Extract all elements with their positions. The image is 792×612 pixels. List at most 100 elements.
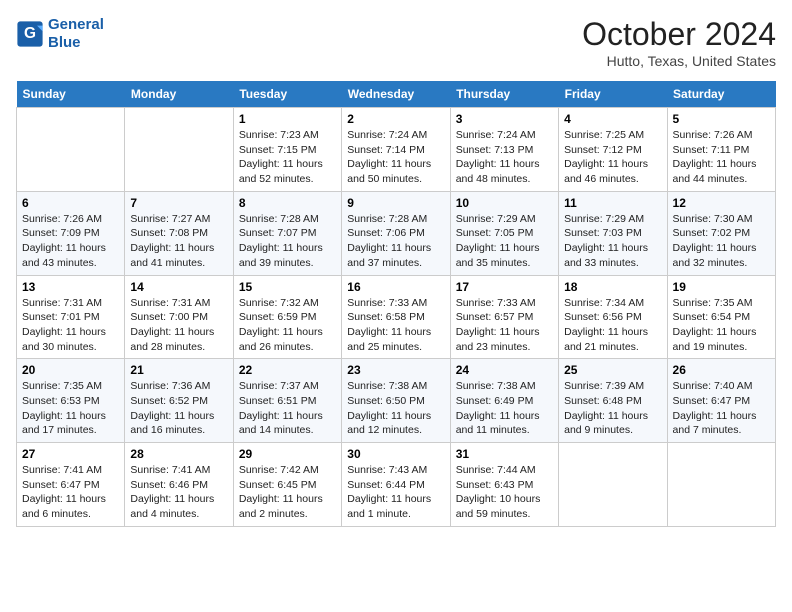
sunset-text: Sunset: 6:54 PM (673, 311, 751, 323)
cell-content: Sunrise: 7:23 AM Sunset: 7:15 PM Dayligh… (239, 128, 336, 187)
calendar-cell: 19 Sunrise: 7:35 AM Sunset: 6:54 PM Dayl… (667, 275, 775, 359)
day-number: 20 (22, 363, 119, 377)
cell-content: Sunrise: 7:32 AM Sunset: 6:59 PM Dayligh… (239, 296, 336, 355)
sunset-text: Sunset: 7:01 PM (22, 311, 100, 323)
cell-content: Sunrise: 7:30 AM Sunset: 7:02 PM Dayligh… (673, 212, 770, 271)
sunset-text: Sunset: 6:47 PM (673, 395, 751, 407)
daylight-text: Daylight: 11 hours and 16 minutes. (130, 410, 214, 437)
day-number: 23 (347, 363, 444, 377)
calendar-cell: 23 Sunrise: 7:38 AM Sunset: 6:50 PM Dayl… (342, 359, 450, 443)
daylight-text: Daylight: 11 hours and 1 minute. (347, 493, 431, 520)
cell-content: Sunrise: 7:26 AM Sunset: 7:09 PM Dayligh… (22, 212, 119, 271)
day-number: 25 (564, 363, 661, 377)
daylight-text: Daylight: 11 hours and 23 minutes. (456, 326, 540, 353)
sunrise-text: Sunrise: 7:32 AM (239, 297, 319, 309)
cell-content: Sunrise: 7:28 AM Sunset: 7:07 PM Dayligh… (239, 212, 336, 271)
calendar-cell: 7 Sunrise: 7:27 AM Sunset: 7:08 PM Dayli… (125, 191, 233, 275)
cell-content: Sunrise: 7:29 AM Sunset: 7:05 PM Dayligh… (456, 212, 553, 271)
sunrise-text: Sunrise: 7:26 AM (22, 213, 102, 225)
logo-line1: General (48, 16, 104, 33)
cell-content: Sunrise: 7:31 AM Sunset: 7:01 PM Dayligh… (22, 296, 119, 355)
cell-content: Sunrise: 7:40 AM Sunset: 6:47 PM Dayligh… (673, 379, 770, 438)
cell-content: Sunrise: 7:41 AM Sunset: 6:47 PM Dayligh… (22, 463, 119, 522)
sunrise-text: Sunrise: 7:31 AM (22, 297, 102, 309)
sunset-text: Sunset: 6:45 PM (239, 479, 317, 491)
cell-content: Sunrise: 7:35 AM Sunset: 6:53 PM Dayligh… (22, 379, 119, 438)
cell-content: Sunrise: 7:38 AM Sunset: 6:50 PM Dayligh… (347, 379, 444, 438)
daylight-text: Daylight: 11 hours and 37 minutes. (347, 242, 431, 269)
sunset-text: Sunset: 7:13 PM (456, 144, 534, 156)
calendar-cell (17, 108, 125, 192)
calendar-cell: 24 Sunrise: 7:38 AM Sunset: 6:49 PM Dayl… (450, 359, 558, 443)
sunrise-text: Sunrise: 7:35 AM (673, 297, 753, 309)
day-number: 16 (347, 280, 444, 294)
sunset-text: Sunset: 7:02 PM (673, 227, 751, 239)
sunset-text: Sunset: 7:09 PM (22, 227, 100, 239)
day-number: 28 (130, 447, 227, 461)
sunset-text: Sunset: 6:56 PM (564, 311, 642, 323)
daylight-text: Daylight: 11 hours and 12 minutes. (347, 410, 431, 437)
sunset-text: Sunset: 6:59 PM (239, 311, 317, 323)
logo-line2: Blue (48, 34, 81, 51)
cell-content: Sunrise: 7:43 AM Sunset: 6:44 PM Dayligh… (347, 463, 444, 522)
day-number: 1 (239, 112, 336, 126)
sunset-text: Sunset: 6:49 PM (456, 395, 534, 407)
calendar-cell: 14 Sunrise: 7:31 AM Sunset: 7:00 PM Dayl… (125, 275, 233, 359)
cell-content: Sunrise: 7:33 AM Sunset: 6:58 PM Dayligh… (347, 296, 444, 355)
sunrise-text: Sunrise: 7:33 AM (347, 297, 427, 309)
cell-content: Sunrise: 7:26 AM Sunset: 7:11 PM Dayligh… (673, 128, 770, 187)
sunrise-text: Sunrise: 7:28 AM (347, 213, 427, 225)
calendar-cell: 12 Sunrise: 7:30 AM Sunset: 7:02 PM Dayl… (667, 191, 775, 275)
sunset-text: Sunset: 7:11 PM (673, 144, 750, 156)
sunset-text: Sunset: 6:43 PM (456, 479, 534, 491)
sunset-text: Sunset: 7:12 PM (564, 144, 642, 156)
sunrise-text: Sunrise: 7:41 AM (22, 464, 102, 476)
sunrise-text: Sunrise: 7:43 AM (347, 464, 427, 476)
day-number: 30 (347, 447, 444, 461)
weekday-header: Sunday (17, 81, 125, 108)
calendar-week-row: 6 Sunrise: 7:26 AM Sunset: 7:09 PM Dayli… (17, 191, 776, 275)
daylight-text: Daylight: 11 hours and 41 minutes. (130, 242, 214, 269)
calendar-cell: 30 Sunrise: 7:43 AM Sunset: 6:44 PM Dayl… (342, 443, 450, 527)
calendar-cell (667, 443, 775, 527)
sunset-text: Sunset: 7:03 PM (564, 227, 642, 239)
sunset-text: Sunset: 7:14 PM (347, 144, 425, 156)
calendar-cell: 3 Sunrise: 7:24 AM Sunset: 7:13 PM Dayli… (450, 108, 558, 192)
daylight-text: Daylight: 11 hours and 7 minutes. (673, 410, 757, 437)
day-number: 27 (22, 447, 119, 461)
calendar-cell: 27 Sunrise: 7:41 AM Sunset: 6:47 PM Dayl… (17, 443, 125, 527)
daylight-text: Daylight: 11 hours and 25 minutes. (347, 326, 431, 353)
sunset-text: Sunset: 7:00 PM (130, 311, 208, 323)
calendar-cell: 9 Sunrise: 7:28 AM Sunset: 7:06 PM Dayli… (342, 191, 450, 275)
logo-text: General Blue (48, 16, 104, 52)
calendar-cell: 8 Sunrise: 7:28 AM Sunset: 7:07 PM Dayli… (233, 191, 341, 275)
location: Hutto, Texas, United States (582, 53, 776, 69)
day-number: 9 (347, 196, 444, 210)
daylight-text: Daylight: 11 hours and 30 minutes. (22, 326, 106, 353)
daylight-text: Daylight: 11 hours and 44 minutes. (673, 158, 757, 185)
cell-content: Sunrise: 7:44 AM Sunset: 6:43 PM Dayligh… (456, 463, 553, 522)
logo-icon: G (16, 20, 44, 48)
title-block: October 2024 Hutto, Texas, United States (582, 16, 776, 69)
sunrise-text: Sunrise: 7:42 AM (239, 464, 319, 476)
day-number: 13 (22, 280, 119, 294)
calendar-cell (559, 443, 667, 527)
daylight-text: Daylight: 11 hours and 48 minutes. (456, 158, 540, 185)
weekday-header: Saturday (667, 81, 775, 108)
sunset-text: Sunset: 7:06 PM (347, 227, 425, 239)
calendar-cell: 25 Sunrise: 7:39 AM Sunset: 6:48 PM Dayl… (559, 359, 667, 443)
weekday-header: Monday (125, 81, 233, 108)
day-number: 2 (347, 112, 444, 126)
day-number: 19 (673, 280, 770, 294)
sunset-text: Sunset: 7:07 PM (239, 227, 317, 239)
daylight-text: Daylight: 11 hours and 26 minutes. (239, 326, 323, 353)
sunrise-text: Sunrise: 7:30 AM (673, 213, 753, 225)
daylight-text: Daylight: 11 hours and 32 minutes. (673, 242, 757, 269)
daylight-text: Daylight: 11 hours and 9 minutes. (564, 410, 648, 437)
logo: G General Blue (16, 16, 104, 52)
day-number: 15 (239, 280, 336, 294)
day-number: 6 (22, 196, 119, 210)
day-number: 17 (456, 280, 553, 294)
daylight-text: Daylight: 11 hours and 11 minutes. (456, 410, 540, 437)
calendar-cell: 11 Sunrise: 7:29 AM Sunset: 7:03 PM Dayl… (559, 191, 667, 275)
